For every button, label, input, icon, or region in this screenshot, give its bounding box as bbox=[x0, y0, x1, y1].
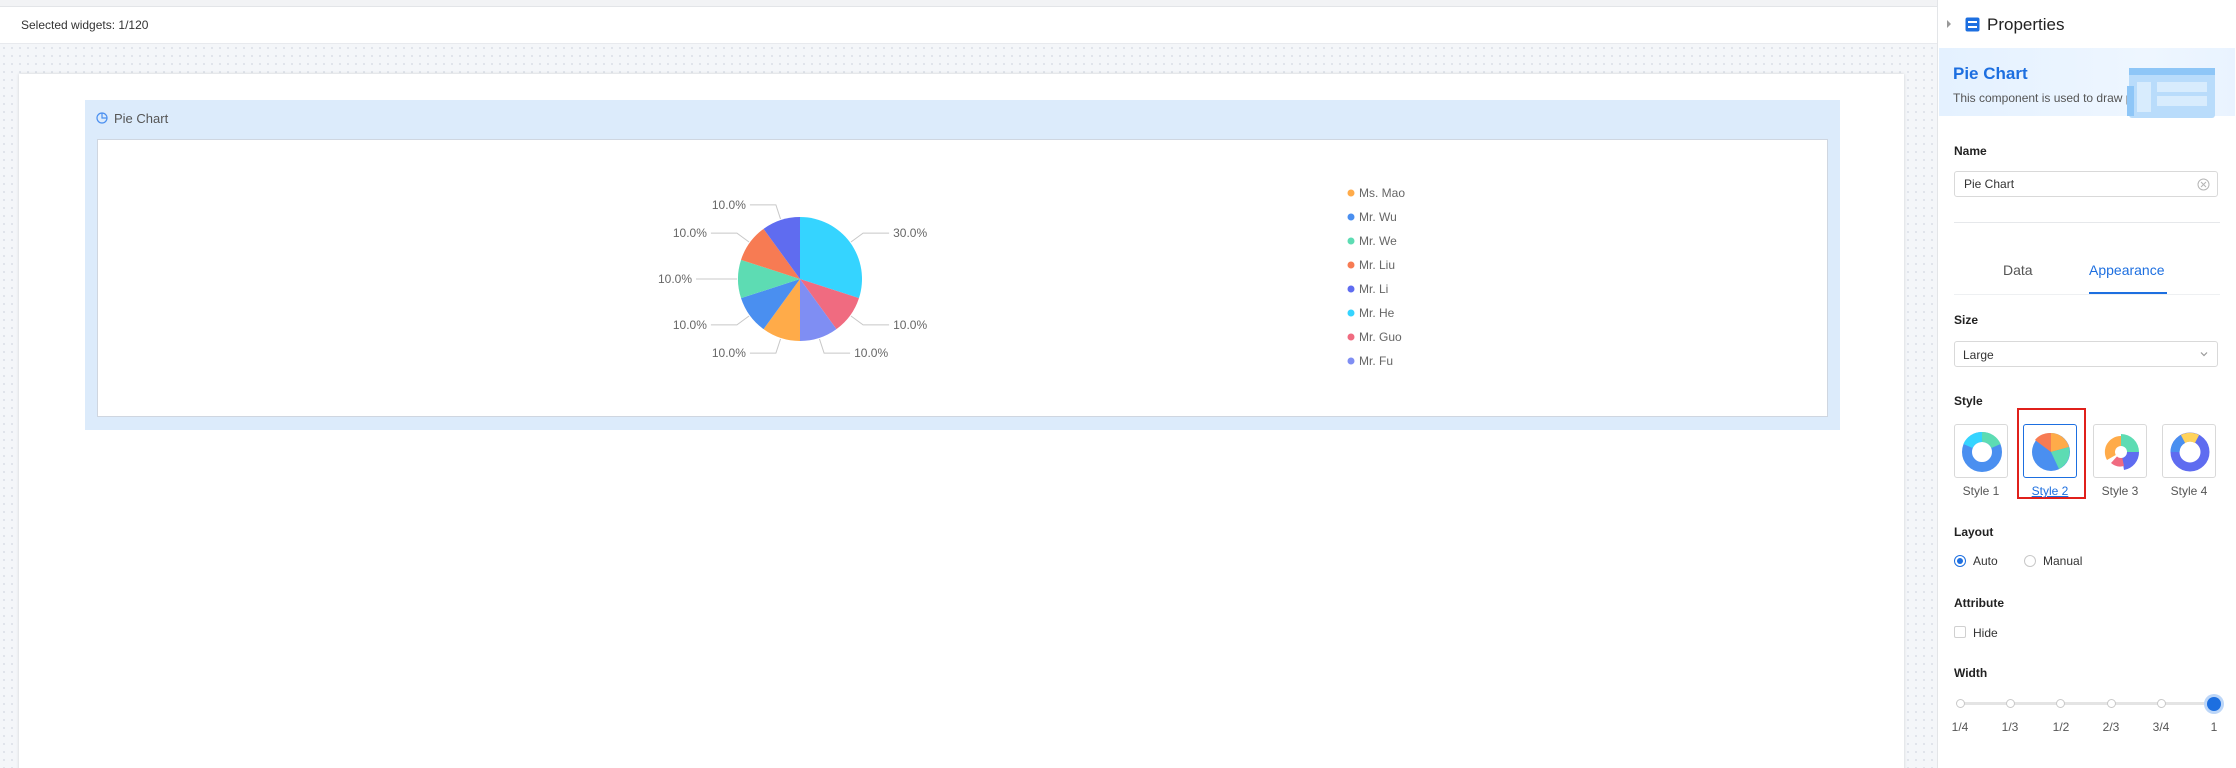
selected-widgets-text: Selected widgets: 1/120 bbox=[21, 18, 149, 32]
chart-container[interactable]: 30.0% 10.0% 10.0% 10.0% 10.0% 10.0% 10.0% 10.0%… bbox=[97, 139, 1828, 417]
style-3-label[interactable]: Style 3 bbox=[2090, 484, 2150, 498]
label-leader-line bbox=[749, 204, 782, 220]
chevron-down-icon bbox=[2200, 352, 2208, 357]
style-label: Style bbox=[1954, 394, 1983, 408]
hide-checkbox[interactable] bbox=[1954, 626, 1966, 638]
attribute-label: Attribute bbox=[1954, 596, 2004, 610]
width-tick-label: 1/4 bbox=[1951, 720, 1969, 734]
hide-label[interactable]: Hide bbox=[1973, 626, 1998, 640]
legend-marker[interactable] bbox=[1347, 213, 1355, 221]
width-tick-label: 1/2 bbox=[2052, 720, 2070, 734]
style-4-option[interactable] bbox=[2162, 424, 2216, 478]
legend-marker[interactable] bbox=[1347, 309, 1355, 317]
pie-chart: 30.0% 10.0% 10.0% 10.0% 10.0% 10.0% 10.0% 10.0%… bbox=[658, 186, 1405, 368]
pie-data-label: 10.0% bbox=[712, 346, 746, 360]
donut-style-4-icon bbox=[2170, 432, 2210, 472]
layout-auto-radio[interactable] bbox=[1954, 555, 1966, 567]
legend-item[interactable]: Ms. Mao bbox=[1359, 186, 1405, 200]
pie-data-label: 10.0% bbox=[893, 318, 927, 332]
section-divider bbox=[1954, 222, 2220, 223]
width-slider-stop[interactable] bbox=[1956, 699, 1965, 708]
banner-title: Pie Chart bbox=[1953, 64, 2028, 83]
banner-description: This component is used to draw pie chart… bbox=[1953, 91, 2128, 105]
pie-data-label: 10.0% bbox=[712, 198, 746, 212]
layout-manual-radio[interactable] bbox=[2024, 555, 2036, 567]
width-slider-stop[interactable] bbox=[2157, 699, 2166, 708]
width-tick-label: 1 bbox=[2210, 720, 2218, 734]
page-surface[interactable]: Pie Chart 30.0% 10.0% 10.0% 10.0% 10.0% 10.0%… bbox=[19, 74, 1904, 768]
legend-item[interactable]: Mr. He bbox=[1359, 306, 1395, 320]
pie-data-label: 10.0% bbox=[673, 226, 707, 240]
width-tick-label: 3/4 bbox=[2152, 720, 2170, 734]
chart-illustration-icon bbox=[2127, 68, 2215, 118]
pie-chart-icon bbox=[96, 112, 108, 124]
label-leader-line bbox=[850, 315, 890, 326]
selection-bar: Selected widgets: 1/120 bbox=[0, 7, 1937, 44]
rose-style-3-icon bbox=[2104, 434, 2140, 470]
clear-icon[interactable] bbox=[2197, 178, 2210, 191]
legend-item[interactable]: Mr. We bbox=[1359, 234, 1397, 248]
properties-icon bbox=[1965, 17, 1980, 32]
name-field[interactable] bbox=[1954, 171, 2218, 197]
legend-item[interactable]: Mr. Wu bbox=[1359, 210, 1397, 224]
properties-panel: Properties Pie Chart This component is u… bbox=[1937, 0, 2236, 768]
width-slider-track[interactable] bbox=[1959, 702, 2214, 705]
label-leader-line bbox=[850, 232, 890, 243]
legend-item[interactable]: Mr. Fu bbox=[1359, 354, 1393, 368]
tab-appearance[interactable]: Appearance bbox=[2089, 262, 2165, 278]
size-select[interactable]: Large bbox=[1954, 341, 2218, 367]
editor-canvas[interactable]: Pie Chart 30.0% 10.0% 10.0% 10.0% 10.0% 10.0%… bbox=[0, 44, 1937, 768]
legend-item[interactable]: Mr. Guo bbox=[1359, 330, 1402, 344]
label-leader-line bbox=[710, 232, 750, 243]
label-leader-line bbox=[710, 315, 750, 326]
legend-marker[interactable] bbox=[1347, 357, 1355, 365]
width-slider-handle[interactable] bbox=[2207, 697, 2221, 711]
legend-item[interactable]: Mr. Liu bbox=[1359, 258, 1395, 272]
style-1-label[interactable]: Style 1 bbox=[1951, 484, 2011, 498]
width-slider-stop[interactable] bbox=[2006, 699, 2015, 708]
style-2-label[interactable]: Style 2 bbox=[2020, 484, 2080, 498]
label-leader-line bbox=[818, 338, 851, 354]
pie-data-label: 10.0% bbox=[854, 346, 888, 360]
width-tick-label: 2/3 bbox=[2102, 720, 2120, 734]
size-value: Large bbox=[1963, 348, 1994, 362]
widget-header: Pie Chart bbox=[96, 109, 168, 127]
width-slider-stop[interactable] bbox=[2056, 699, 2065, 708]
legend-item[interactable]: Mr. Li bbox=[1359, 282, 1388, 296]
donut-style-1-icon bbox=[1962, 432, 2002, 472]
tabs-baseline bbox=[1954, 294, 2220, 295]
name-input[interactable] bbox=[1964, 177, 2184, 191]
width-label: Width bbox=[1954, 666, 1988, 680]
pie-data-label: 30.0% bbox=[893, 226, 927, 240]
panel-header: Properties bbox=[1938, 10, 2236, 40]
tab-data[interactable]: Data bbox=[2003, 262, 2033, 278]
layout-label: Layout bbox=[1954, 525, 1994, 539]
style-4-label[interactable]: Style 4 bbox=[2159, 484, 2219, 498]
active-tab-indicator bbox=[2089, 292, 2167, 294]
width-tick-label: 1/3 bbox=[2001, 720, 2019, 734]
panel-title: Properties bbox=[1987, 15, 2065, 34]
pie-chart-widget[interactable]: Pie Chart 30.0% 10.0% 10.0% 10.0% 10.0% 10.0%… bbox=[85, 100, 1840, 430]
legend-marker[interactable] bbox=[1347, 333, 1355, 341]
collapse-caret-icon[interactable] bbox=[1947, 20, 1951, 28]
top-strip bbox=[0, 0, 1937, 7]
style-3-option[interactable] bbox=[2093, 424, 2147, 478]
legend-marker[interactable] bbox=[1347, 261, 1355, 269]
legend-marker[interactable] bbox=[1347, 285, 1355, 293]
legend-marker[interactable] bbox=[1347, 189, 1355, 197]
layout-manual-label[interactable]: Manual bbox=[2043, 554, 2082, 568]
pie-data-label: 10.0% bbox=[658, 272, 692, 286]
width-slider-stop[interactable] bbox=[2107, 699, 2116, 708]
widget-title: Pie Chart bbox=[114, 110, 169, 126]
layout-auto-label[interactable]: Auto bbox=[1973, 554, 1998, 568]
pie-data-label: 10.0% bbox=[673, 318, 707, 332]
size-label: Size bbox=[1954, 313, 1979, 327]
component-banner: Pie Chart This component is used to draw… bbox=[1939, 48, 2235, 118]
style-1-option[interactable] bbox=[1954, 424, 2008, 478]
label-leader-line bbox=[749, 338, 782, 354]
name-label: Name bbox=[1954, 144, 1987, 158]
legend-marker[interactable] bbox=[1347, 237, 1355, 245]
